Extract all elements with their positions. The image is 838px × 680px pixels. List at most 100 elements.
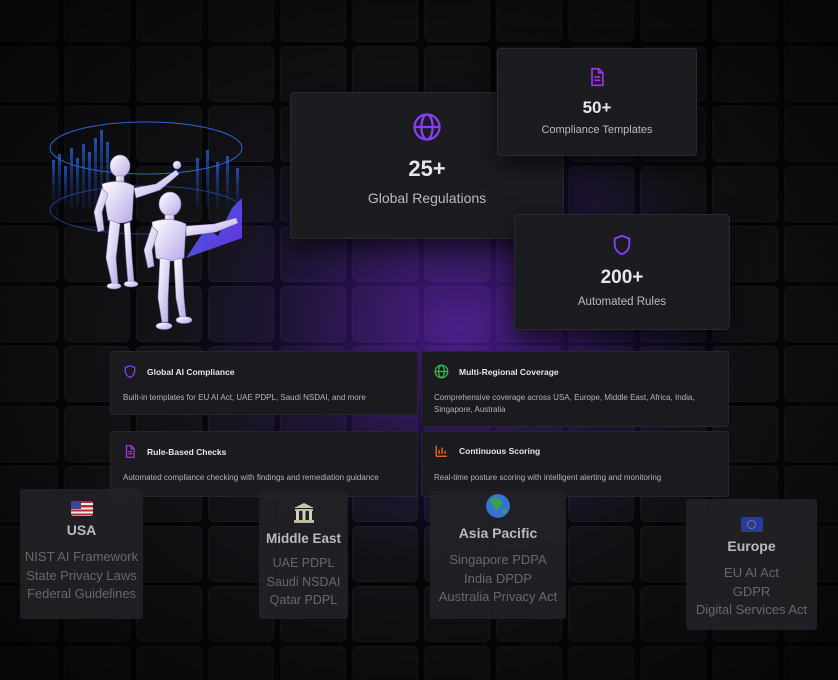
background-tile bbox=[280, 646, 346, 680]
region-name: USA bbox=[66, 522, 97, 538]
background-tile bbox=[64, 46, 130, 102]
robots-illustration bbox=[49, 121, 243, 330]
shield-icon bbox=[124, 364, 136, 379]
us-flag-icon bbox=[70, 501, 93, 516]
background-tile bbox=[784, 646, 838, 680]
earth-asia-icon bbox=[486, 494, 510, 518]
region-card-usa: USA NIST AI Framework State Privacy Laws… bbox=[20, 489, 143, 619]
feature-title: Continuous Scoring bbox=[459, 446, 541, 456]
background-tile bbox=[712, 0, 778, 42]
region-card-asia-pacific: Asia Pacific Singapore PDPA India DPDP A… bbox=[430, 491, 566, 619]
region-item: Qatar PDPL bbox=[269, 593, 338, 607]
background-tile bbox=[136, 0, 202, 42]
shield-icon bbox=[613, 234, 631, 256]
feature-title: Global AI Compliance bbox=[147, 366, 235, 377]
background-tile bbox=[784, 166, 838, 222]
background-tile bbox=[568, 526, 634, 582]
document-icon bbox=[125, 445, 135, 458]
region-name: Europe bbox=[727, 538, 776, 554]
background-tile bbox=[784, 226, 838, 282]
region-card-middle-east: Middle East UAE PDPL Saudi NSDAI Qatar P… bbox=[259, 491, 348, 619]
document-icon bbox=[591, 67, 604, 87]
region-card-europe: Europe EU AI Act GDPR Digital Services A… bbox=[686, 499, 817, 630]
stat-label: Automated Rules bbox=[577, 296, 667, 308]
background-tile bbox=[208, 46, 274, 102]
stat-value: 25+ bbox=[408, 156, 446, 181]
region-item: Australia Privacy Act bbox=[438, 589, 558, 604]
background-tile bbox=[280, 286, 346, 342]
feature-title: Multi-Regional Coverage bbox=[459, 366, 559, 377]
globe-icon bbox=[413, 113, 441, 141]
feature-title: Rule-Based Checks bbox=[147, 446, 227, 457]
background-tile bbox=[712, 106, 778, 162]
background-tile bbox=[136, 586, 202, 642]
background-tile bbox=[424, 0, 490, 42]
background-tile bbox=[712, 46, 778, 102]
background-tile bbox=[0, 46, 58, 102]
region-item: Singapore PDPA bbox=[449, 552, 547, 567]
region-item: State Privacy Laws bbox=[26, 567, 137, 583]
background-tile bbox=[352, 646, 418, 680]
background-tile bbox=[784, 0, 838, 42]
stat-label: Global Regulations bbox=[367, 190, 487, 206]
background-tile bbox=[568, 646, 634, 680]
region-item: NIST AI Framework bbox=[24, 549, 139, 564]
feature-card-global-ai-compliance: Global AI Compliance Built-in templates … bbox=[110, 351, 418, 415]
feature-description: Automated compliance checking with findi… bbox=[123, 473, 379, 482]
background-tile bbox=[0, 0, 58, 42]
background-tile bbox=[568, 586, 634, 642]
background-tile bbox=[64, 646, 130, 680]
region-item: UAE PDPL bbox=[272, 556, 335, 570]
stat-card-rules: 200+ Automated Rules bbox=[514, 214, 730, 330]
region-item: Federal Guidelines bbox=[26, 586, 137, 601]
eu-flag-icon bbox=[740, 517, 763, 532]
background-tile bbox=[136, 646, 202, 680]
background-tile bbox=[784, 406, 838, 462]
background-tile bbox=[136, 526, 202, 582]
background-tile bbox=[352, 526, 418, 582]
background-tile bbox=[424, 286, 490, 342]
background-tile bbox=[640, 0, 706, 42]
region-item: Saudi NSDAI bbox=[266, 574, 341, 589]
stat-label: Compliance Templates bbox=[541, 124, 653, 136]
classical-building-icon bbox=[293, 503, 314, 523]
stat-card-templates: 50+ Compliance Templates bbox=[497, 48, 697, 156]
background-tile bbox=[784, 286, 838, 342]
region-item: India DPDP bbox=[464, 570, 532, 586]
feature-card-multi-regional-coverage: Multi-Regional Coverage Comprehensive co… bbox=[421, 351, 729, 427]
globe-icon bbox=[434, 364, 449, 379]
background-tile bbox=[0, 646, 58, 680]
background-tile bbox=[712, 646, 778, 680]
region-item: GDPR bbox=[732, 583, 771, 599]
feature-card-continuous-scoring: Continuous Scoring Real-time posture sco… bbox=[421, 431, 729, 497]
background-tile bbox=[496, 0, 562, 42]
feature-description: Built-in templates for EU AI Act, UAE PD… bbox=[123, 393, 366, 402]
background-tile bbox=[568, 0, 634, 42]
region-name: Middle East bbox=[265, 531, 341, 546]
background-tile bbox=[784, 346, 838, 402]
background-tile bbox=[352, 286, 418, 342]
background-tile bbox=[784, 46, 838, 102]
feature-description: Comprehensive coverage across USA, Europ… bbox=[434, 393, 695, 414]
background-tile bbox=[136, 46, 202, 102]
background-tile bbox=[208, 0, 274, 42]
feature-description: Real-time posture scoring with intellige… bbox=[434, 473, 662, 482]
background-tile bbox=[784, 106, 838, 162]
background-tile bbox=[208, 646, 274, 680]
background-tile bbox=[424, 646, 490, 680]
bar-chart-icon bbox=[435, 445, 447, 457]
background-tile bbox=[64, 0, 130, 42]
background-tile bbox=[640, 646, 706, 680]
region-item: EU AI Act bbox=[724, 565, 779, 580]
feature-card-rule-based-checks: Rule-Based Checks Automated compliance c… bbox=[110, 431, 418, 497]
region-name: Asia Pacific bbox=[458, 525, 538, 541]
background-tile bbox=[496, 646, 562, 680]
background-tile bbox=[0, 346, 58, 402]
stat-value: 50+ bbox=[582, 98, 612, 117]
stat-value: 200+ bbox=[600, 267, 644, 288]
background-tile bbox=[280, 0, 346, 42]
background-tile bbox=[352, 0, 418, 42]
background-tile bbox=[0, 406, 58, 462]
region-item: Digital Services Act bbox=[695, 602, 808, 617]
background-tile bbox=[352, 586, 418, 642]
